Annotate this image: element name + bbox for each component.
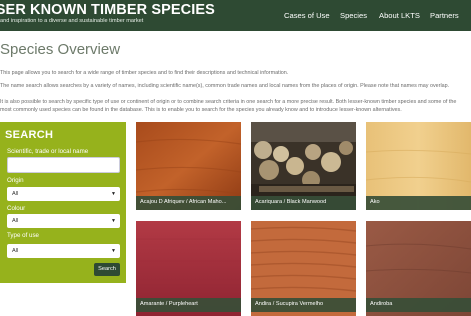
species-caption: Acajou D Afriquev / African Maho... [136,196,241,210]
intro-paragraph-1: This page allows you to search for a wid… [0,70,289,76]
chevron-down-icon: ▼ [111,191,116,197]
search-panel: SEARCH Scientific, trade or local name O… [0,122,126,283]
origin-select-value: All [12,191,19,197]
site-title[interactable]: SSER KNOWN TIMBER SPECIES [0,2,215,18]
species-name: Andiroba [370,301,393,307]
origin-select[interactable]: All ▼ [7,187,120,201]
nav-species[interactable]: Species [340,11,367,20]
chevron-down-icon: ▼ [111,218,116,224]
nav-partners[interactable]: Partners [430,11,459,20]
colour-label: Colour [7,205,26,212]
species-name: Acariquara / Black Manwood [255,199,327,205]
page-title: Species Overview [0,41,121,58]
species-caption: Amarante / Purpleheart [136,298,241,312]
colour-select-value: All [12,218,19,224]
search-button[interactable]: Search [94,263,120,276]
name-search-input[interactable] [7,157,120,173]
origin-label: Origin [7,177,24,184]
site-tagline: and inspiration to a diverse and sustain… [0,18,144,24]
type-of-use-select[interactable]: All ▼ [7,244,120,258]
species-name: Ako [370,199,380,205]
species-card-andira[interactable]: Andira / Sucupira Vermelho [251,221,356,316]
species-name: Andira / Sucupira Vermelho [255,301,324,307]
species-name: Amarante / Purpleheart [140,301,198,307]
species-name: Acajou D Afriquev / African Maho... [140,199,227,205]
species-card-ako[interactable]: Ako [366,122,471,210]
species-caption: Andiroba [366,298,471,312]
site-header: SSER KNOWN TIMBER SPECIES and inspiratio… [0,0,471,31]
species-card-andiroba[interactable]: Andiroba [366,221,471,316]
species-caption: Andira / Sucupira Vermelho [251,298,356,312]
intro-paragraph-3: It is also possible to search by specifi… [0,99,457,114]
species-caption: Acariquara / Black Manwood [251,196,356,210]
search-title: SEARCH [5,129,54,141]
chevron-down-icon: ▼ [111,248,116,254]
type-of-use-select-value: All [12,248,19,254]
nav-cases-of-use[interactable]: Cases of Use [284,11,330,20]
colour-select[interactable]: All ▼ [7,214,120,228]
intro-paragraph-2: The name search allows searches by a var… [0,83,450,89]
species-card-acajou[interactable]: Acajou D Afriquev / African Maho... [136,122,241,210]
type-of-use-label: Type of use [7,232,39,239]
nav-about-lkts[interactable]: About LKTS [379,11,420,20]
species-caption: Ako [366,196,471,210]
species-card-acariquara[interactable]: Acariquara / Black Manwood [251,122,356,210]
species-card-amarante[interactable]: Amarante / Purpleheart [136,221,241,316]
name-search-label: Scientific, trade or local name [7,148,89,155]
